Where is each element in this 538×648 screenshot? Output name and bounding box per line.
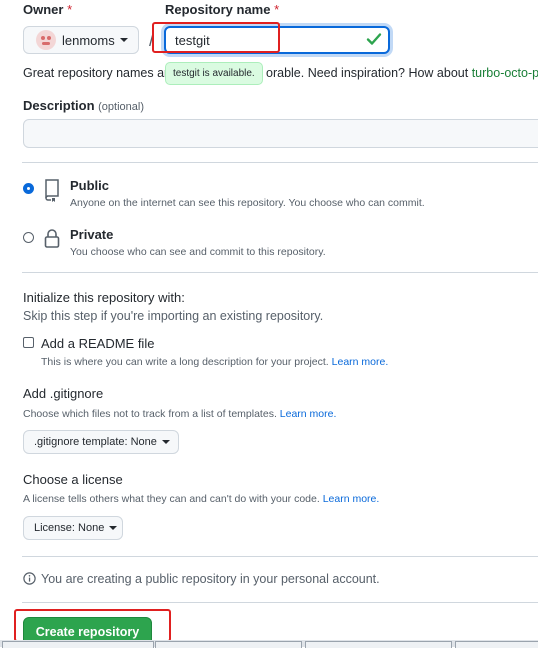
divider [22, 272, 538, 273]
divider [22, 162, 538, 163]
owner-label: Owner * [23, 2, 73, 17]
description-input[interactable] [23, 119, 538, 148]
readme-checkbox[interactable] [23, 337, 34, 348]
public-radio[interactable] [23, 183, 34, 194]
owner-avatar [36, 30, 56, 50]
repository-name-label: Repository name * [165, 2, 280, 17]
private-radio[interactable] [23, 232, 34, 243]
private-description: You choose who can see and commit to thi… [70, 246, 326, 258]
availability-tooltip: testgit is available. [165, 62, 263, 85]
description-label: Description (optional) [23, 98, 144, 113]
taskbar-strip [0, 640, 538, 648]
check-icon [366, 30, 382, 51]
repository-name-value: testgit [175, 33, 210, 48]
divider [22, 556, 538, 557]
public-description: Anyone on the internet can see this repo… [70, 197, 425, 209]
divider [22, 602, 538, 603]
visibility-notice: You are creating a public repository in … [41, 572, 380, 586]
repo-public-icon [42, 178, 62, 205]
gitignore-template-dropdown[interactable]: .gitignore template: None [23, 430, 179, 454]
license-description: A license tells others what they can and… [23, 493, 380, 505]
readme-description: This is where you can write a long descr… [41, 356, 389, 368]
license-heading: Choose a license [23, 472, 123, 487]
repo-name-hint-tail: orable. Need inspiration? How about turb… [266, 66, 538, 80]
chevron-down-icon [109, 526, 118, 530]
chevron-down-icon [119, 38, 128, 42]
suggested-name-link[interactable]: turbo-octo-p [472, 66, 538, 80]
gitignore-heading: Add .gitignore [23, 386, 104, 401]
license-learn-more-link[interactable]: Learn more. [323, 493, 380, 505]
private-title: Private [70, 227, 114, 242]
chevron-down-icon [161, 440, 170, 444]
repository-name-input[interactable]: testgit [164, 26, 390, 54]
init-subtitle: Skip this step if you're importing an ex… [23, 309, 324, 323]
owner-dropdown[interactable]: lenmoms [23, 26, 139, 54]
gitignore-description: Choose which files not to track from a l… [23, 408, 337, 420]
lock-icon [42, 227, 62, 252]
gitignore-learn-more-link[interactable]: Learn more. [280, 408, 337, 420]
repo-name-hint: Great repository names ar [23, 66, 169, 80]
public-title: Public [70, 178, 110, 193]
readme-label[interactable]: Add a README file [41, 336, 154, 351]
license-dropdown[interactable]: License: None [23, 516, 123, 540]
owner-repo-separator: / [149, 30, 155, 50]
owner-name: lenmoms [62, 32, 115, 48]
init-heading: Initialize this repository with: [23, 290, 185, 305]
info-icon [23, 572, 36, 588]
readme-learn-more-link[interactable]: Learn more. [332, 356, 389, 368]
